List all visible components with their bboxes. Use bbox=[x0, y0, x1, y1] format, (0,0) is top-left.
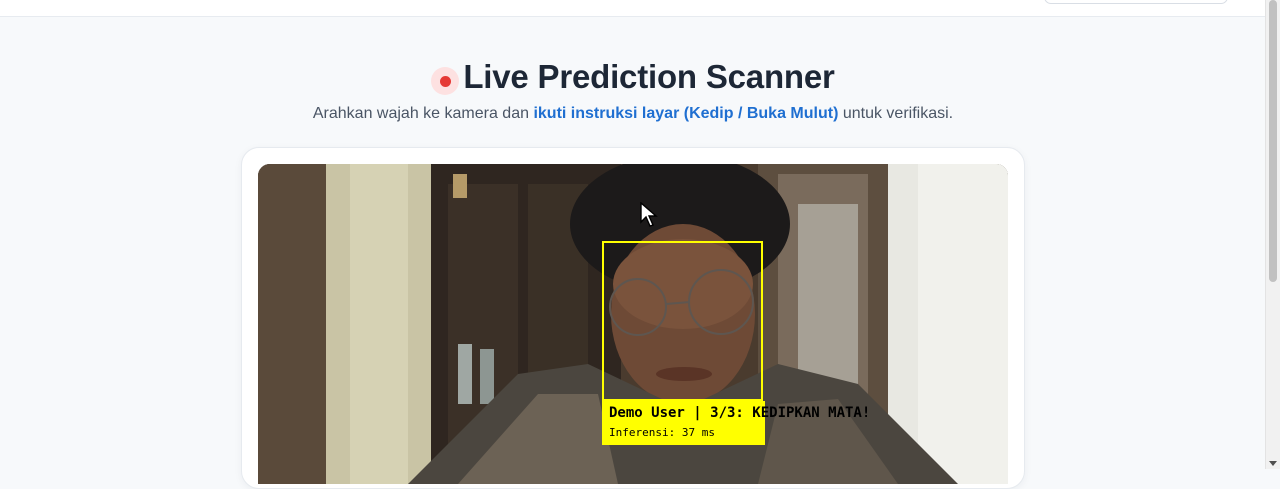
top-bar bbox=[0, 0, 1266, 17]
inference-time-label: Inferensi: 37 ms bbox=[609, 426, 715, 439]
top-bar-control[interactable] bbox=[1044, 0, 1228, 4]
prediction-label: Demo User | 3/3: KEDIPKAN MATA! bbox=[609, 405, 871, 421]
subtitle-text-end: untuk verifikasi. bbox=[838, 105, 954, 122]
scanner-card: Demo User | 3/3: KEDIPKAN MATA! Inferens… bbox=[241, 147, 1025, 489]
recording-indicator-icon bbox=[431, 67, 460, 95]
subtitle-text-start: Arahkan wajah ke kamera dan bbox=[312, 105, 534, 122]
mouse-cursor-icon bbox=[640, 202, 658, 227]
page-header: Live Prediction Scanner Arahkan wajah ke… bbox=[0, 58, 1266, 123]
title-row: Live Prediction Scanner bbox=[431, 58, 835, 96]
page-title: Live Prediction Scanner bbox=[463, 58, 835, 95]
subtitle-instruction-highlight: ikuti instruksi layar (Kedip / Buka Mulu… bbox=[533, 105, 839, 122]
camera-feed: Demo User | 3/3: KEDIPKAN MATA! Inferens… bbox=[258, 164, 1008, 484]
page-subtitle: Arahkan wajah ke kamera dan ikuti instru… bbox=[0, 105, 1266, 123]
face-detection-box bbox=[602, 241, 763, 401]
scroll-down-arrow-icon[interactable] bbox=[1269, 461, 1277, 466]
page-scrollbar[interactable] bbox=[1265, 0, 1280, 469]
scrollbar-thumb[interactable] bbox=[1269, 0, 1277, 282]
